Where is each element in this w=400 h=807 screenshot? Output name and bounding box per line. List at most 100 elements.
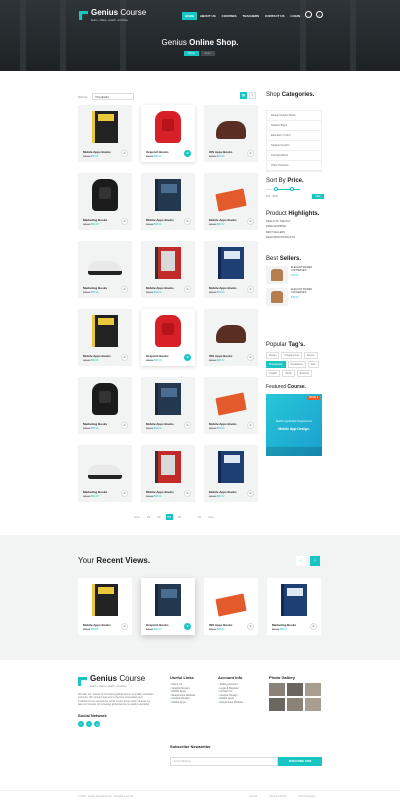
tag-chip[interactable]: Business [296, 370, 313, 377]
add-to-cart-icon[interactable]: ⊕ [184, 422, 191, 429]
add-to-cart-icon[interactable]: ⊕ [247, 354, 254, 361]
product-card[interactable]: Graprich Books $80.00 $60.00 ⊕ [141, 309, 195, 366]
add-to-cart-icon[interactable]: ⊕ [121, 422, 128, 429]
product-name[interactable]: Marketing Books [83, 286, 107, 290]
tag-chip[interactable]: Fitness [303, 352, 318, 359]
tag-chip[interactable]: Photography [266, 361, 286, 368]
sort-select[interactable]: Popularity [91, 93, 134, 100]
twitter-icon[interactable]: t [86, 720, 92, 727]
product-name[interactable]: Mobile Apps Books [209, 286, 237, 290]
highlight-link[interactable]: Deals of the day [266, 220, 319, 223]
product-card[interactable]: IOS Apps Books $80.00 $60.00 ⊕ [204, 309, 258, 366]
product-card[interactable]: Mobile Apps Books $80.00 $60.00 ⊕ [141, 173, 195, 230]
gallery-photo[interactable] [269, 683, 285, 696]
nav-item-teachers[interactable]: TEACHERS [240, 12, 263, 20]
product-name[interactable]: Marketing Books [272, 623, 296, 627]
product-card[interactable]: Graprich Books $80.00 $60.00 ⊕ [141, 105, 195, 162]
best-seller-item[interactable]: ELEGANT WOMEN CONVERSE'S $75.00 [266, 266, 321, 284]
product-name[interactable]: Mobile Apps Books [209, 490, 237, 494]
add-to-cart-icon[interactable]: ⊕ [247, 150, 254, 157]
product-image[interactable] [155, 315, 181, 347]
tag-chip[interactable]: Music [282, 370, 295, 377]
add-to-cart-icon[interactable]: ⊕ [184, 286, 191, 293]
page-link[interactable]: 10 [196, 514, 203, 520]
breadcrumb-home[interactable]: Home [184, 51, 199, 56]
brand-logo[interactable]: Genius Course learn, share, teach, and l… [79, 9, 146, 22]
featured-course-banner[interactable]: PRICE $ Mobile Application Experiences M… [266, 394, 322, 456]
product-card[interactable]: Mobile Apps Books $80.00 $60.00 ⊕ [204, 241, 258, 298]
category-item[interactable]: Education T-shirt [267, 131, 321, 141]
gallery-photo[interactable] [287, 698, 303, 711]
tag-chip[interactable]: Web [307, 361, 319, 368]
add-to-cart-icon[interactable]: ⊕ [121, 354, 128, 361]
add-to-cart-icon[interactable]: ⊕ [247, 490, 254, 497]
category-item[interactable]: Student Pencil's [267, 141, 321, 151]
product-image[interactable] [281, 584, 307, 616]
product-name[interactable]: IOS Apps Books [209, 623, 232, 627]
tag-chip[interactable]: Programming [281, 352, 302, 359]
add-to-cart-icon[interactable]: ⊕ [184, 218, 191, 225]
product-card[interactable]: Marketing Books $80.00 $60.00 ⊕ [78, 445, 132, 502]
highlight-link[interactable]: Featured products [266, 236, 319, 239]
product-image[interactable] [215, 188, 247, 212]
bottom-link[interactable]: Licence [249, 795, 257, 798]
product-card[interactable]: Mobile Apps Books $80.00 $60.00 ⊕ [78, 309, 132, 366]
add-to-cart-icon[interactable]: ⊕ [310, 623, 317, 630]
add-to-cart-icon[interactable]: ⊕ [121, 490, 128, 497]
best-seller-name[interactable]: ELEGANT WOMEN CONVERSE'S [291, 266, 321, 272]
product-card[interactable]: IOS Apps Books $80.00 $60.00 ⊕ [204, 578, 258, 635]
nav-item-about-us[interactable]: ABOUT US [197, 12, 219, 20]
grid-view-icon[interactable]: ▦ [240, 92, 247, 99]
product-name[interactable]: IOS Apps Books [209, 354, 232, 358]
product-image[interactable] [218, 247, 244, 279]
gallery-photo[interactable] [287, 683, 303, 696]
category-item[interactable]: Tutorial Videos [267, 151, 321, 161]
product-image[interactable] [155, 111, 181, 143]
product-card[interactable]: Marketing Books $80.00 $60.00 ⊕ [78, 173, 132, 230]
product-image[interactable] [155, 383, 181, 415]
product-image[interactable] [92, 315, 118, 347]
range-min-handle[interactable] [274, 187, 278, 191]
bottom-link[interactable]: Privacy & Policy [269, 795, 286, 798]
product-image[interactable] [218, 451, 244, 483]
add-to-cart-icon[interactable]: ⊕ [247, 218, 254, 225]
product-card[interactable]: Mobile Apps Books $80.00 $60.00 ⊕ [204, 173, 258, 230]
product-name[interactable]: Graprich Books [146, 150, 169, 154]
footer-link[interactable]: Mobile Apps [170, 701, 195, 705]
product-name[interactable]: Mobile Apps Books [83, 150, 111, 154]
product-image[interactable] [92, 111, 118, 143]
product-name[interactable]: Mobile Apps Books [83, 623, 111, 627]
product-image[interactable] [92, 584, 118, 616]
category-item[interactable]: Student Bag's [267, 121, 321, 131]
category-item[interactable]: Design/Graphic Book [267, 111, 321, 121]
product-card[interactable]: Mobile Apps Books $80.00 $60.00 ⊕ [78, 105, 132, 162]
product-image[interactable] [216, 121, 246, 139]
product-name[interactable]: IOS Apps Books [209, 150, 232, 154]
highlight-link[interactable]: Free shipping [266, 225, 319, 228]
product-card[interactable]: Marketing Books $80.00 $60.00 ⊕ [78, 241, 132, 298]
gallery-photo[interactable] [305, 683, 321, 696]
product-image[interactable] [155, 451, 181, 483]
add-to-cart-icon[interactable]: ⊕ [184, 623, 191, 630]
category-item[interactable]: Other Products [267, 161, 321, 171]
highlight-link[interactable]: Best sellers [266, 231, 319, 234]
page-link[interactable]: 01 [145, 514, 152, 520]
best-seller-image[interactable] [266, 288, 288, 306]
product-image[interactable] [92, 179, 118, 211]
product-card[interactable]: Mobile Apps Books $80.00 $60.00 ⊕ [78, 578, 132, 635]
newsletter-email-input[interactable]: Email Address [170, 757, 278, 766]
footer-link[interactable]: Responsive Website [218, 701, 244, 705]
user-icon[interactable]: ◦ [305, 11, 312, 18]
nav-item-courses[interactable]: COURSES [219, 12, 240, 20]
range-max-handle[interactable] [290, 187, 294, 191]
product-card[interactable]: Marketing Books $80.00 $60.00 ⊕ [78, 377, 132, 434]
googleplus-icon[interactable]: g [94, 720, 100, 727]
page-link[interactable]: prev [132, 514, 142, 520]
page-link[interactable]: 03 [165, 514, 173, 520]
product-name[interactable]: Mobile Apps Books [209, 422, 237, 426]
list-view-icon[interactable]: ≡ [249, 92, 256, 99]
product-name[interactable]: Marketing Books [83, 422, 107, 426]
product-image[interactable] [155, 179, 181, 211]
add-to-cart-icon[interactable]: ⊕ [247, 422, 254, 429]
page-link[interactable]: next [206, 514, 216, 520]
